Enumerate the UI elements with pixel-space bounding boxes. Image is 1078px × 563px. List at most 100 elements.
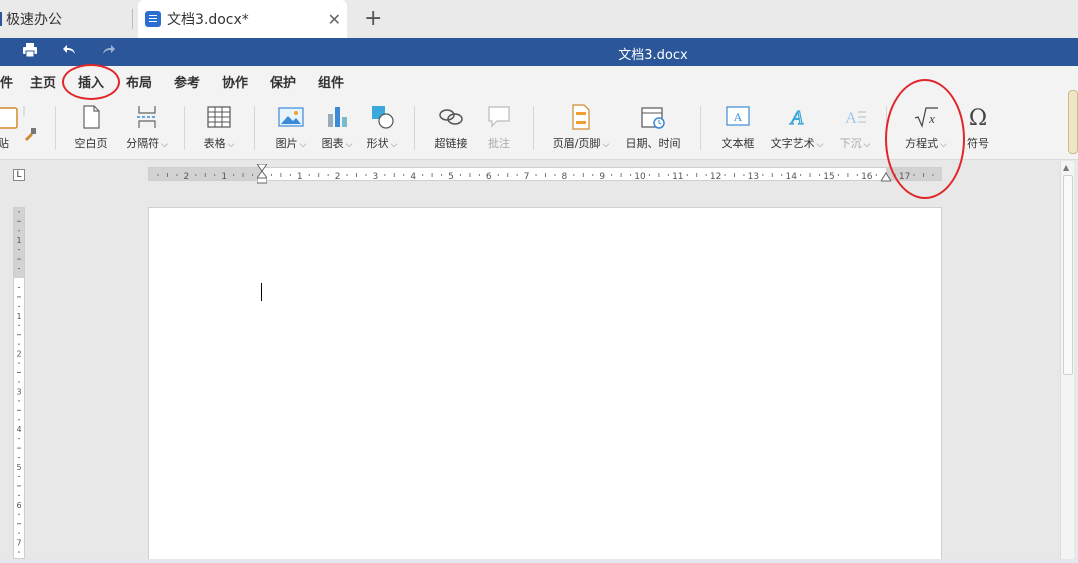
ruler-scale: 1 1 2 3 4 5 6 7 [16,211,22,553]
ribbon-separator [533,106,534,150]
new-tab-button[interactable]: + [364,6,382,31]
tab-accent-bar [0,12,2,26]
calendar-icon [640,104,666,130]
menu-file[interactable]: 件 [0,72,13,91]
status-bar [0,559,1078,563]
shape-button[interactable]: 形状 ⌵ [361,104,403,156]
hyperlink-button[interactable]: 超链接 [430,104,472,156]
shape-icon [369,104,395,130]
ruler-number: 9 [599,172,605,182]
chart-button[interactable]: 图表 ⌵ [316,104,358,156]
ruler-number: 8 [562,172,568,182]
tab-divider [132,9,133,29]
ruler-number: 4 [410,172,416,182]
ruler-number: 1 [297,172,303,182]
dropcap-icon: A [842,104,868,130]
ruler-number: 5 [16,463,21,472]
page-break-icon [134,104,160,130]
tab-label: 文档3.docx* [167,12,249,28]
first-line-indent-marker[interactable] [256,163,268,187]
ruler-number: 7 [524,172,530,182]
tab-label: 极速办公 [6,12,62,28]
ruler-number: 2 [335,172,341,182]
document-page[interactable] [148,207,942,563]
dropcap-button[interactable]: A 下沉 ⌵ [834,104,876,156]
ruler-number: 6 [16,501,21,510]
scrollbar-thumb[interactable] [1063,175,1073,375]
ribbon-separator [414,106,415,150]
tab-jisu-office[interactable]: 极速办公 [0,0,130,38]
ruler-number: 10 [634,172,646,182]
textbox-icon: A [725,104,751,130]
menu-home[interactable]: 主页 [30,72,56,91]
svg-text:x: x [928,111,935,126]
chart-icon [324,104,350,130]
textbox-button[interactable]: A 文本框 [716,104,760,156]
table-button[interactable]: 表格 ⌵ [198,104,240,156]
textart-button[interactable]: A 文字艺术 ⌵ [766,104,828,156]
link-icon [438,104,464,130]
image-button[interactable]: 图片 ⌵ [270,104,312,156]
blank-page-icon [78,104,104,130]
omega-icon: Ω [965,104,991,131]
datetime-button[interactable]: 日期、时间 [622,104,684,156]
menu-references[interactable]: 参考 [174,72,200,91]
close-icon[interactable]: ✕ [328,10,341,29]
ruler-number: 14 [785,172,797,182]
menu-protect[interactable]: 保护 [270,72,296,91]
horizontal-ruler[interactable]: 2 1 1 2 3 4 5 6 7 8 9 10 11 12 13 14 15 16 17 [148,163,942,184]
comment-button[interactable]: 批注 [480,104,518,156]
image-icon [278,104,304,130]
ribbon-separator [184,106,185,150]
header-footer-button[interactable]: 页眉/页脚 ⌵ [550,104,612,156]
menu-collaborate[interactable]: 协作 [222,72,248,91]
menu-insert[interactable]: 插入 [78,72,105,98]
ruler-number: 15 [823,172,834,182]
menu-components[interactable]: 组件 [318,72,344,91]
ruler-scale: 2 1 1 2 3 4 5 6 7 8 9 10 11 12 13 14 15 16 17 [157,172,934,182]
ruler-number: 2 [16,350,21,359]
tab-stop-selector[interactable]: L [13,169,25,181]
ribbon-separator [700,106,701,150]
symbol-button[interactable]: Ω 符号 [960,104,996,156]
format-painter-icon[interactable] [22,126,38,146]
textart-icon: A [784,104,810,130]
ruler-number: 5 [448,172,454,182]
title-bar: 文档3.docx [0,38,1078,66]
table-icon [206,104,232,130]
ribbon-separator [886,106,887,150]
menu-layout[interactable]: 布局 [126,72,152,91]
ribbon-separator [55,106,56,150]
ruler-number: 17 [899,172,910,182]
ruler-number: 11 [672,172,683,182]
document-title: 文档3.docx [618,48,688,63]
ruler-number: 16 [861,172,873,182]
sidebar-handle[interactable] [1068,90,1078,154]
ruler-number: 13 [748,172,759,182]
svg-text:Ω: Ω [969,106,987,130]
document-icon [145,11,161,27]
sqrt-x-icon: x [913,104,939,130]
equation-button[interactable]: x 方程式 ⌵ [902,104,950,156]
browser-tab-strip: 极速办公 文档3.docx* ✕ + [0,0,1078,38]
vertical-ruler[interactable]: 1 1 2 3 4 5 6 7 [13,207,25,559]
svg-text:A: A [845,110,857,127]
right-indent-marker[interactable] [880,170,892,185]
blank-page-button[interactable]: 空白页 [68,104,114,156]
svg-text:A: A [734,110,743,124]
ruler-row: L 2 1 1 2 3 4 5 6 7 8 9 10 11 12 13 14 15 16 17 [0,161,1078,185]
ruler-number: 3 [16,387,21,396]
scroll-up-icon[interactable]: ▲ [1063,163,1069,172]
vertical-scrollbar[interactable]: ▲ [1060,161,1074,561]
ruler-number: 4 [16,425,21,434]
ruler-number: 6 [486,172,492,182]
comment-icon [486,104,512,130]
tab-document[interactable]: 文档3.docx* ✕ [138,0,347,38]
ruler-number: 1 [16,236,21,245]
menu-bar: 件 主页 插入 布局 参考 协作 保护 组件 [0,66,1078,98]
ruler-number: 1 [221,172,227,182]
insert-ribbon: 贴 空白页 分隔符 ⌵ 表格 ⌵ 图片 ⌵ 图表 ⌵ 形状 ⌵ 超链接 批注 页… [0,90,1078,160]
ruler-number: 12 [710,172,721,182]
page-break-button[interactable]: 分隔符 ⌵ [120,104,174,156]
text-cursor [261,283,262,301]
